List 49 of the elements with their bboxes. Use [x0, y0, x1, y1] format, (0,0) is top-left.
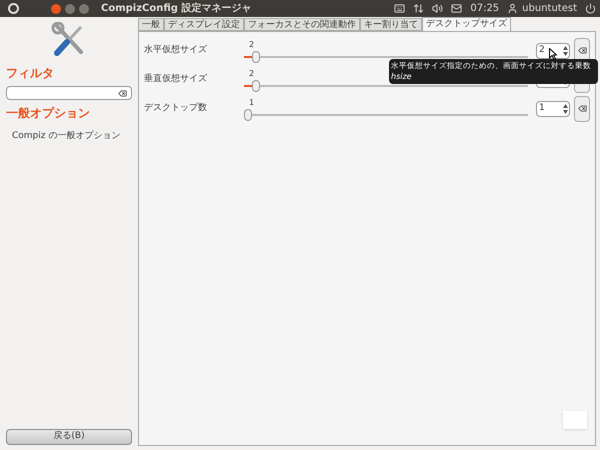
- ubuntu-logo-icon[interactable]: [8, 3, 19, 14]
- section-heading: 一般オプション: [6, 105, 91, 122]
- power-icon[interactable]: [585, 3, 596, 14]
- slider-reading: 2: [249, 38, 254, 50]
- up-icon[interactable]: [563, 46, 568, 50]
- keyboard-icon[interactable]: [394, 3, 406, 14]
- tab[interactable]: フォーカスとその関連動作: [244, 18, 360, 31]
- down-icon[interactable]: [563, 52, 568, 56]
- user-icon[interactable]: [507, 3, 518, 14]
- clear-icon[interactable]: [118, 88, 127, 98]
- down-icon[interactable]: [563, 110, 568, 114]
- reset-button[interactable]: [574, 96, 590, 122]
- window-title: CompizConfig 設定マネージャ: [101, 1, 252, 16]
- tray-box: [563, 411, 587, 429]
- clock[interactable]: 07:25: [470, 1, 500, 16]
- up-icon[interactable]: [563, 104, 568, 108]
- slider-reading: 2: [249, 68, 254, 80]
- setting-label: 水平仮想サイズ: [144, 44, 208, 57]
- minimize-button[interactable]: [65, 4, 75, 14]
- slider-thumb[interactable]: [252, 50, 260, 62]
- setting-label: デスクトップ数: [144, 102, 208, 115]
- slider[interactable]: [244, 80, 528, 92]
- close-button[interactable]: [51, 4, 61, 14]
- spin-value: 1: [539, 102, 545, 115]
- spin-field[interactable]: 1: [536, 100, 570, 116]
- back-button[interactable]: 戻る(B): [6, 429, 132, 445]
- tab[interactable]: ディスプレイ設定: [164, 18, 244, 31]
- network-icon[interactable]: [413, 3, 424, 14]
- tab[interactable]: キー割り当て: [360, 18, 422, 31]
- tab[interactable]: デスクトップサイズ: [422, 17, 511, 31]
- slider-thumb[interactable]: [252, 80, 260, 92]
- clear-icon: [578, 104, 586, 113]
- slider-reading: 1: [249, 96, 254, 108]
- sidebar-item[interactable]: Compiz の一般オプション: [12, 130, 132, 144]
- tab[interactable]: 一般: [138, 18, 164, 31]
- maximize-button[interactable]: [79, 4, 89, 14]
- slider-thumb[interactable]: [244, 108, 252, 120]
- user-name[interactable]: ubuntutest: [522, 1, 577, 16]
- setting-label: 垂直仮想サイズ: [144, 72, 208, 86]
- volume-icon[interactable]: [432, 3, 444, 14]
- slider[interactable]: [244, 50, 528, 62]
- cursor-icon: [549, 48, 557, 60]
- filter-label: フィルタ: [6, 65, 55, 82]
- mail-icon[interactable]: [451, 3, 462, 14]
- filter-field[interactable]: [6, 86, 132, 100]
- clear-icon: [578, 46, 586, 55]
- spin-value: 2: [539, 44, 545, 57]
- slider[interactable]: [244, 108, 528, 120]
- tooltip-key: hsize: [391, 71, 412, 84]
